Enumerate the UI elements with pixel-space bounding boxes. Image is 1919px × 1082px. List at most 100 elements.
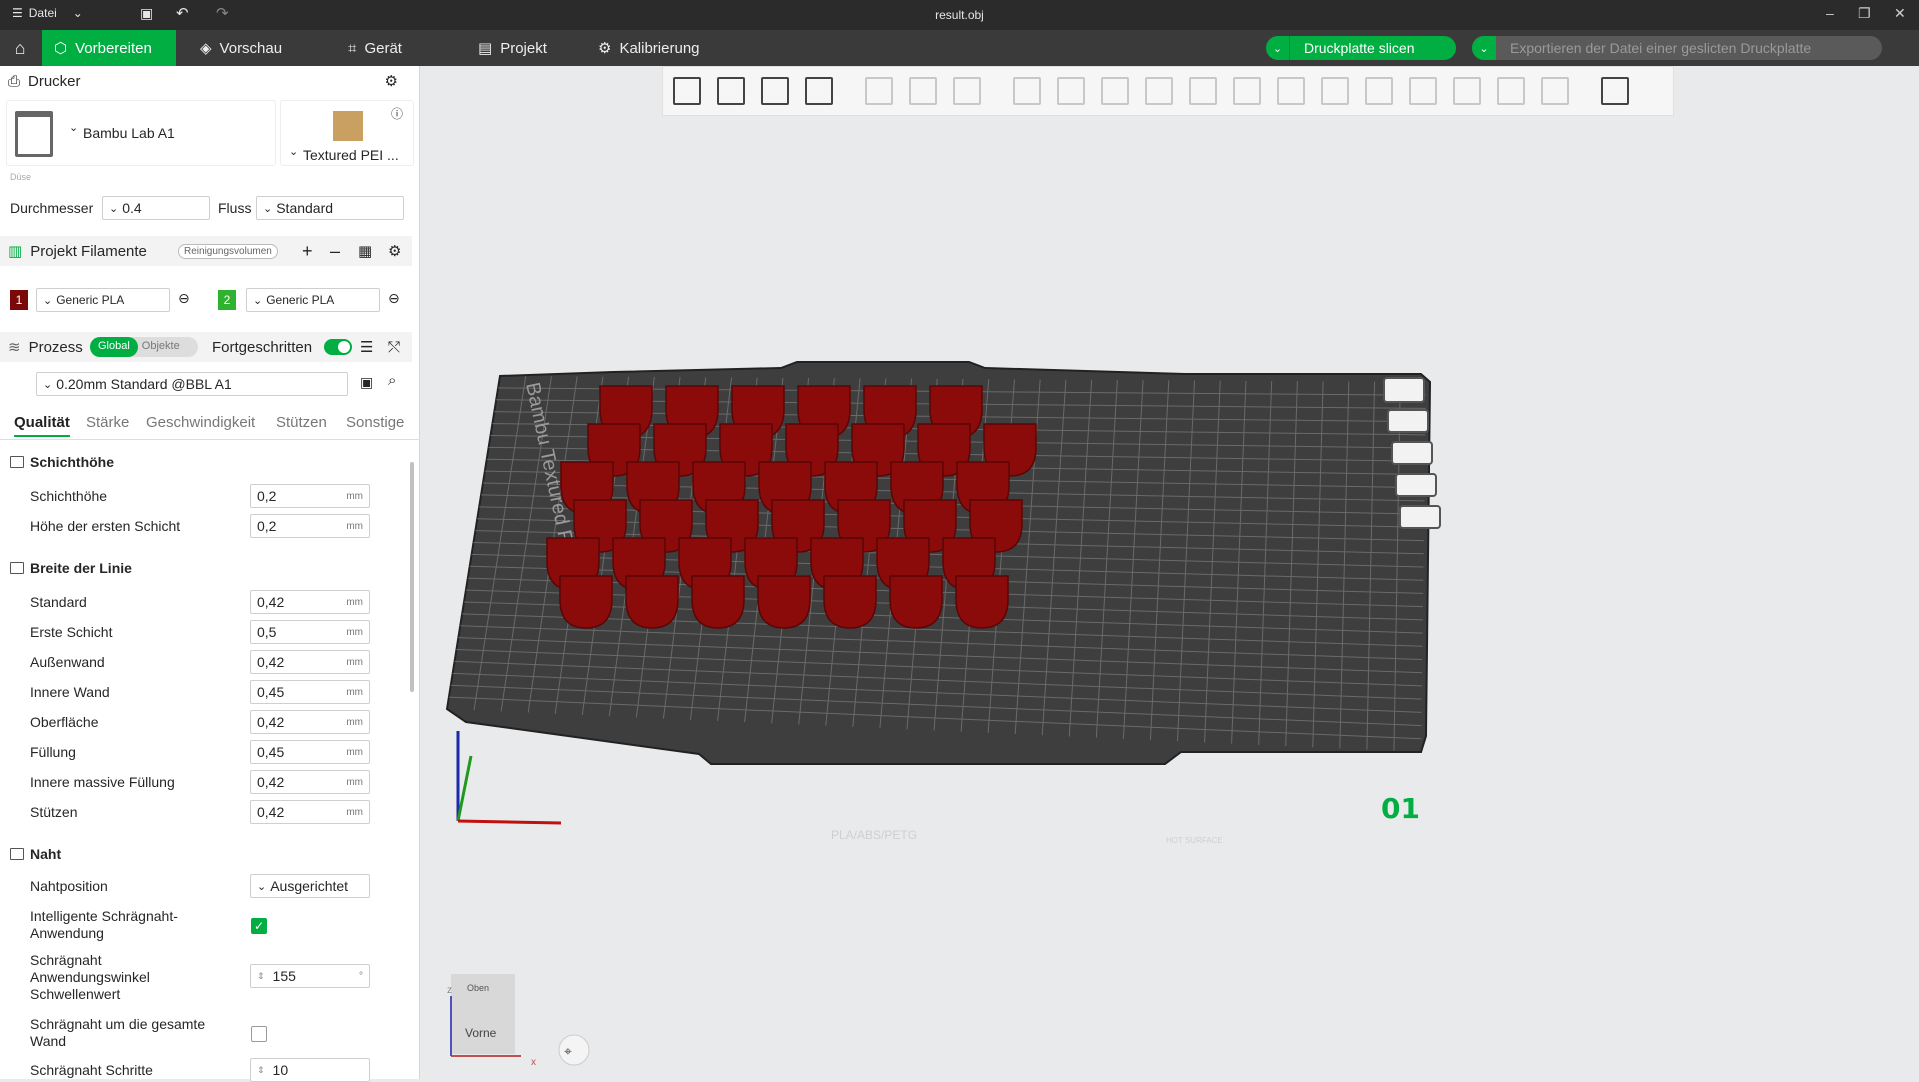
3d-viewport[interactable]: Bambu Textured PEI Plate PLA/ABS/PETG HO… (421, 116, 1919, 1079)
support-paint-icon[interactable] (1277, 77, 1305, 105)
delete-plate-icon[interactable] (1383, 377, 1425, 403)
advanced-toggle[interactable] (324, 339, 352, 355)
filament-select-1[interactable]: ⌄ Generic PLA (36, 288, 170, 312)
camera-fit-button[interactable]: ⌖ (558, 1034, 590, 1066)
assembly-icon[interactable] (1497, 77, 1525, 105)
arrange-icon[interactable] (805, 77, 833, 105)
cut-icon[interactable] (1189, 77, 1217, 105)
list-icon[interactable]: ☰ (360, 338, 373, 356)
add-object-icon[interactable] (673, 77, 701, 105)
chevron-down-icon[interactable]: ⌄ (1266, 36, 1290, 60)
tab-device[interactable]: ⌗ Gerät (336, 30, 414, 66)
face-down-icon[interactable] (865, 77, 893, 105)
tab-supports[interactable]: Stützen (276, 414, 327, 431)
smart-scarf-checkbox[interactable]: ✓ (251, 918, 267, 934)
scarf-angle-input[interactable]: ⇕ 155 ° (250, 964, 370, 988)
settings-scrollbar[interactable] (410, 462, 414, 692)
scale-tile[interactable] (823, 575, 877, 629)
export-sliced-button[interactable]: ⌄ Exportieren der Datei einer geslicten … (1472, 36, 1882, 60)
scarf-steps-input[interactable]: ⇕ 10 (250, 1058, 370, 1082)
edit-filament-icon[interactable]: ⊖ (388, 290, 400, 307)
return-icon[interactable] (1601, 77, 1629, 105)
tab-calibration[interactable]: ⚙ Kalibrierung (586, 30, 712, 66)
grid-icon[interactable] (717, 77, 745, 105)
view-cube-top[interactable]: Oben (467, 983, 489, 993)
setting-input[interactable]: 0,42 mm (250, 770, 370, 794)
flow-select[interactable]: ⌄ Standard (256, 196, 404, 220)
global-objects-toggle[interactable]: Global Objekte (90, 337, 198, 357)
tab-project[interactable]: ▤ Projekt (466, 30, 559, 66)
process-preset-select[interactable]: ⌄ 0.20mm Standard @BBL A1 (36, 372, 348, 396)
gear-icon[interactable]: ⚙ (385, 72, 398, 90)
tab-preview[interactable]: ◈ Vorschau (188, 30, 294, 66)
rotate-icon[interactable] (1057, 77, 1085, 105)
setting-input[interactable]: 0,2 mm (250, 484, 370, 508)
setting-input[interactable]: 0,42 mm (250, 650, 370, 674)
setting-input[interactable]: 0,42 mm (250, 710, 370, 734)
gear-icon[interactable]: ⚙ (388, 242, 401, 260)
color-paint-icon[interactable] (1409, 77, 1437, 105)
eye-icon[interactable] (1399, 505, 1441, 529)
arrange-icon[interactable] (1391, 441, 1433, 465)
slice-plate-button[interactable]: ⌄ Druckplatte slicen (1266, 36, 1456, 60)
search-icon[interactable]: ⌕ (388, 372, 396, 389)
split-icon[interactable] (953, 77, 981, 105)
scale-tile[interactable] (955, 575, 1009, 629)
minimize-icon[interactable]: – (1826, 5, 1834, 21)
scale-tile[interactable] (559, 575, 613, 629)
save-preset-icon[interactable]: ▣ (360, 374, 373, 391)
plate-selector[interactable]: ⓘ ⌄ Textured PEI ... (280, 100, 414, 166)
fit-icon[interactable] (1541, 77, 1569, 105)
lock-plate-icon[interactable] (1395, 473, 1437, 497)
add-icon[interactable]: + (302, 241, 313, 262)
diameter-select[interactable]: ⌄ 0.4 (102, 196, 210, 220)
setting-input[interactable]: 0,42 mm (250, 590, 370, 614)
view-cube-front[interactable]: Vorne (465, 1026, 497, 1040)
edit-filament-icon[interactable]: ⊖ (178, 290, 190, 307)
setting-input[interactable]: 0,42 mm (250, 800, 370, 824)
compare-icon[interactable]: ⤲ (388, 339, 400, 356)
scale-tile[interactable] (757, 575, 811, 629)
plate-settings-icon[interactable] (1387, 409, 1429, 433)
home-button[interactable]: ⌂ (0, 30, 40, 66)
place-icon[interactable] (909, 77, 937, 105)
setting-input[interactable]: 0,5 mm (250, 620, 370, 644)
measure-icon[interactable] (1453, 77, 1481, 105)
chevron-down-icon[interactable]: ⌄ (1472, 36, 1496, 60)
text-icon[interactable] (1365, 77, 1393, 105)
tab-speed[interactable]: Geschwindigkeit (146, 414, 255, 431)
filament-select-2[interactable]: ⌄ Generic PLA (246, 288, 380, 312)
scale-tile[interactable] (691, 575, 745, 629)
printer-selector[interactable]: ⌄ Bambu Lab A1 (6, 100, 276, 166)
remove-icon[interactable]: – (330, 241, 340, 262)
purge-volume-button[interactable]: Reinigungsvolumen (178, 243, 278, 259)
stepper-icon[interactable]: ⇕ (257, 1065, 265, 1076)
restore-icon[interactable]: ❐ (1858, 5, 1871, 22)
objects-option[interactable]: Objekte (138, 337, 184, 357)
tab-others[interactable]: Sonstige (346, 414, 404, 431)
sync-icon[interactable]: ▦ (358, 242, 372, 260)
stepper-icon[interactable]: ⇕ (257, 971, 265, 982)
auto-orient-icon[interactable] (761, 77, 789, 105)
close-icon[interactable]: ✕ (1894, 5, 1906, 22)
boolean-icon[interactable] (1233, 77, 1261, 105)
lay-on-face-icon[interactable] (1145, 77, 1173, 105)
scale-icon[interactable] (1101, 77, 1129, 105)
project-icon: ▤ (478, 40, 493, 57)
scarf-whole-wall-checkbox[interactable] (251, 1026, 267, 1042)
tab-strength[interactable]: Stärke (86, 414, 129, 431)
global-option[interactable]: Global (90, 337, 138, 357)
view-cube[interactable]: Oben Vorne x z (447, 974, 536, 1068)
scale-tile[interactable] (889, 575, 943, 629)
tab-quality[interactable]: Qualität (14, 414, 70, 437)
scale-tile[interactable] (625, 575, 679, 629)
setting-input[interactable]: 0,45 mm (250, 680, 370, 704)
setting-input[interactable]: 0,45 mm (250, 740, 370, 764)
info-icon[interactable]: ⓘ (391, 105, 403, 122)
setting-input[interactable]: 0,2 mm (250, 514, 370, 538)
seam-paint-icon[interactable] (1321, 77, 1349, 105)
seam-position-select[interactable]: ⌄ Ausgerichtet (250, 874, 370, 898)
move-icon[interactable] (1013, 77, 1041, 105)
process-icon: ≋ (8, 339, 21, 356)
tab-prepare[interactable]: ⬡ Vorbereiten (42, 30, 176, 66)
